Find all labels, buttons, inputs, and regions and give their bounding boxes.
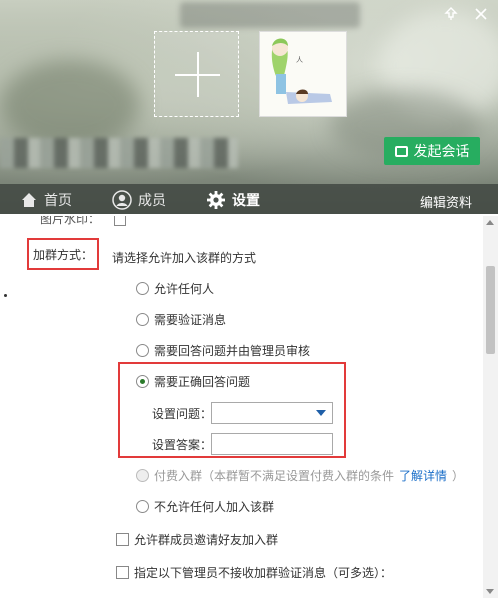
tab-members[interactable]: 成员: [112, 190, 166, 210]
allow-invite-row[interactable]: 允许群成员邀请好友加入群: [116, 531, 278, 548]
dropdown-arrow-icon: [316, 410, 326, 416]
stray-dot: [4, 294, 7, 297]
watermark-checkbox[interactable]: [113, 216, 126, 226]
admin-no-receive-checkbox[interactable]: [116, 566, 129, 579]
radio-anyone-label: 允许任何人: [154, 282, 215, 296]
start-chat-button[interactable]: 发起会话: [384, 137, 480, 165]
add-group-photo-button[interactable]: [154, 31, 239, 117]
answer-input[interactable]: [211, 433, 333, 455]
join-method-hint: 请选择允许加入该群的方式: [112, 251, 257, 265]
radio-verify-message[interactable]: 需要验证消息: [136, 311, 226, 328]
tab-bar: 首页 成员 设置 编辑资料: [0, 184, 498, 214]
start-chat-label: 发起会话: [413, 144, 470, 160]
radio-button[interactable]: [136, 282, 149, 295]
member-icon: [112, 190, 132, 210]
admin-no-receive-label: 指定以下管理员不接收加群验证消息（可多选）：: [134, 566, 393, 580]
scrollbar-thumb[interactable]: [486, 266, 495, 354]
radio-no-one[interactable]: 不允许任何人加入该群: [136, 498, 274, 515]
tab-home-label: 首页: [44, 193, 72, 209]
blurred-banner-text: [180, 2, 360, 28]
question-select[interactable]: [211, 402, 333, 424]
question-label: 设置问题：: [152, 407, 213, 421]
watermark-label: 图片水印：: [40, 216, 101, 226]
join-method-label: 加群方式：: [27, 238, 99, 270]
vertical-scrollbar[interactable]: [483, 216, 498, 598]
chat-icon: [394, 145, 408, 157]
scroll-up-arrow-icon[interactable]: [486, 220, 494, 225]
group-header-banner: 人 发起会话 首页 成员 设置 编辑资料: [0, 0, 498, 214]
radio-answer-and-admin[interactable]: 需要回答问题并由管理员审核: [136, 342, 310, 359]
answer-label: 设置答案：: [152, 438, 213, 452]
radio-button-selected[interactable]: [136, 375, 149, 388]
pin-icon[interactable]: [442, 6, 460, 24]
tab-home[interactable]: 首页: [20, 190, 72, 210]
radio-correct-answer-label: 需要正确回答问题: [154, 375, 251, 389]
learn-more-link[interactable]: 了解详情: [399, 467, 447, 484]
scroll-down-arrow-icon[interactable]: [486, 589, 494, 594]
plus-icon-vertical: [197, 52, 199, 97]
allow-invite-label: 允许群成员邀请好友加入群: [134, 533, 279, 547]
tab-members-label: 成员: [138, 193, 166, 209]
radio-verify-message-label: 需要验证消息: [154, 313, 227, 327]
home-icon: [22, 193, 36, 207]
banner-background: [0, 60, 140, 150]
group-photo-thumbnail[interactable]: 人: [259, 31, 347, 117]
radio-no-one-label: 不允许任何人加入该群: [154, 500, 275, 514]
tab-settings[interactable]: 设置: [206, 190, 260, 210]
gear-icon: [207, 191, 225, 209]
radio-answer-and-admin-label: 需要回答问题并由管理员审核: [154, 344, 311, 358]
close-icon[interactable]: [472, 6, 490, 24]
radio-anyone[interactable]: 允许任何人: [136, 280, 214, 297]
radio-correct-answer[interactable]: 需要正确回答问题: [136, 373, 250, 390]
settings-panel: 图片水印： 加群方式： 请选择允许加入该群的方式 允许任何人 需要验证消息 需要…: [0, 216, 483, 598]
blurred-group-name: [0, 138, 238, 168]
edit-profile-button[interactable]: 编辑资料: [420, 192, 472, 211]
radio-button[interactable]: [136, 344, 149, 357]
svg-text:人: 人: [296, 56, 303, 64]
window-controls: [442, 6, 490, 24]
tab-settings-label: 设置: [232, 193, 260, 209]
allow-invite-checkbox[interactable]: [116, 533, 129, 546]
radio-paid-suffix: ）: [452, 469, 465, 483]
radio-paid-label: 付费入群（本群暂不满足设置付费入群的条件: [154, 469, 395, 483]
radio-button[interactable]: [136, 313, 149, 326]
admin-no-receive-row[interactable]: 指定以下管理员不接收加群验证消息（可多选）：: [116, 564, 392, 581]
watermark-row-cut: 图片水印：: [40, 216, 126, 227]
radio-button-disabled: [136, 469, 149, 482]
radio-paid[interactable]: 付费入群（本群暂不满足设置付费入群的条件 了解详情 ）: [136, 467, 464, 484]
radio-button[interactable]: [136, 500, 149, 513]
